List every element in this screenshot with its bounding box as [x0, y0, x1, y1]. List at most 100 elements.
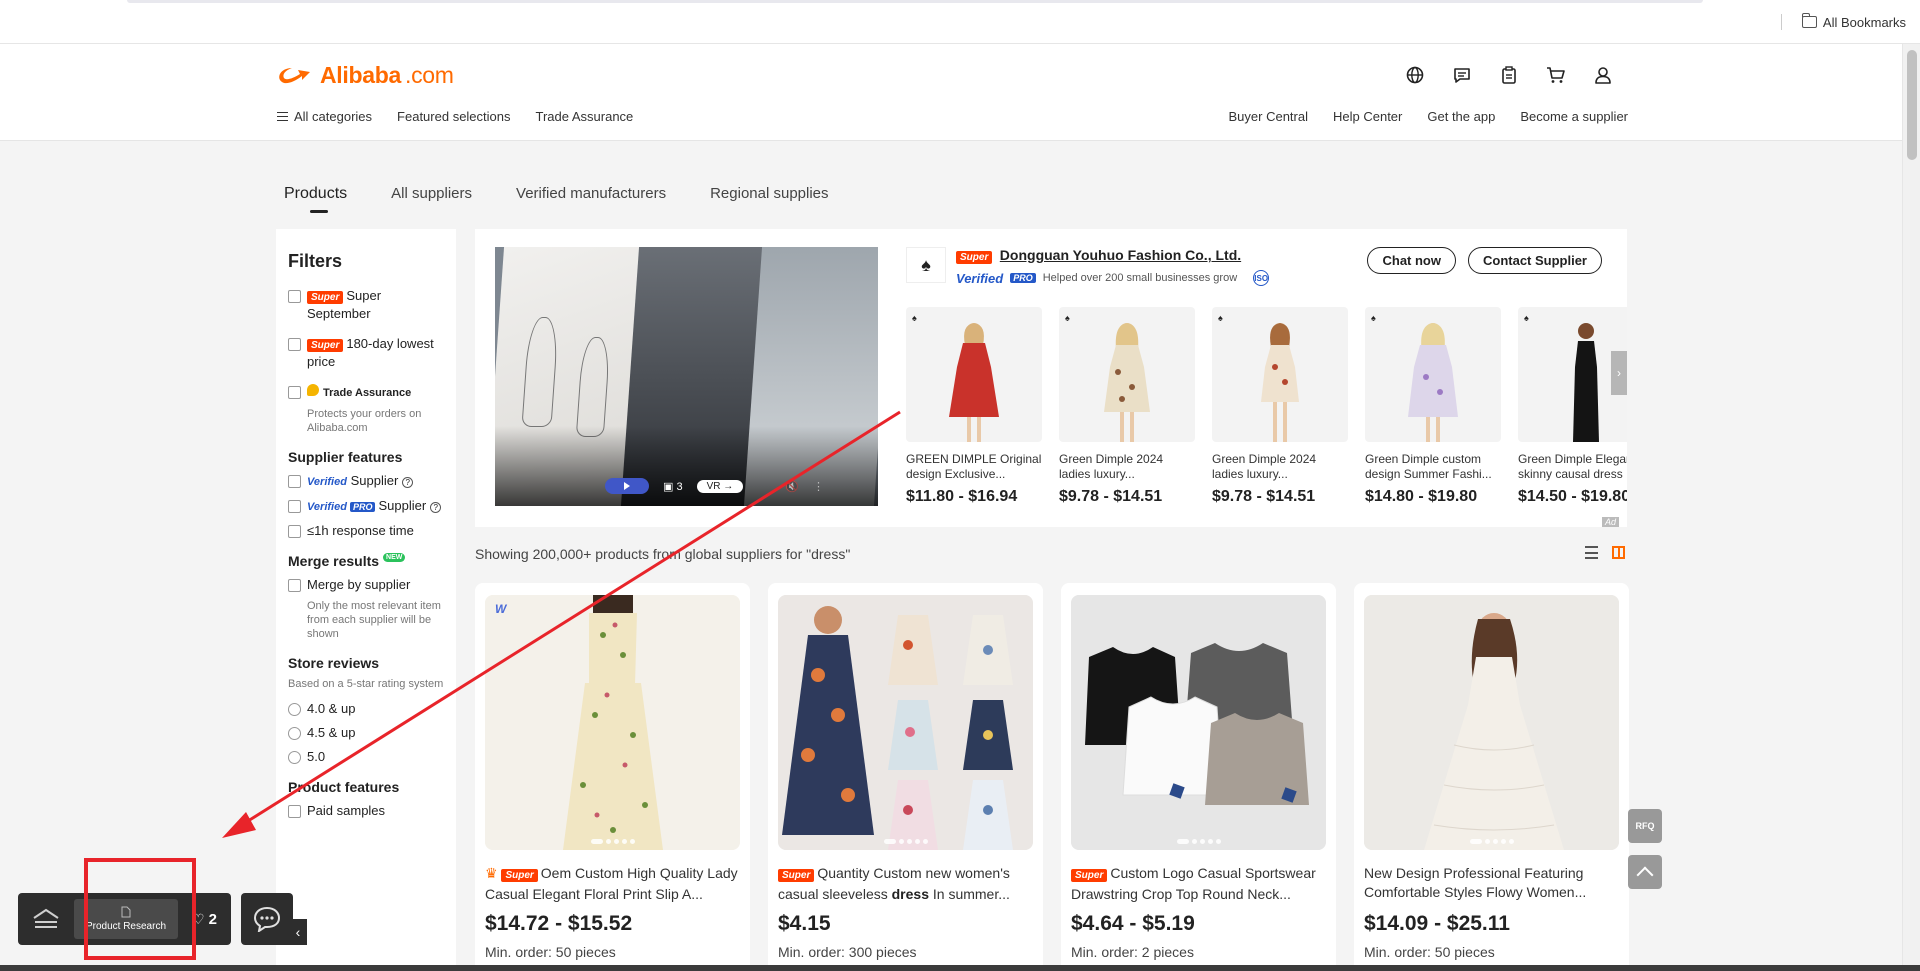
vr-button[interactable]: VR →	[696, 479, 744, 493]
collapse-arrow-icon[interactable]: ‹	[288, 919, 307, 945]
all-categories-link[interactable]: All categories	[277, 109, 372, 124]
trade-assurance-link[interactable]: Trade Assurance	[536, 109, 634, 124]
ad-product-image[interactable]: ♠	[906, 307, 1042, 442]
chat-bubble-button[interactable]: ‹	[240, 893, 307, 945]
tab-products[interactable]: Products	[284, 185, 347, 213]
ad-products-row: ♠ GREEN DIMPLE Original design Exclusive…	[906, 307, 1627, 512]
alibaba-logo[interactable]: Alibaba .com	[276, 62, 454, 89]
filter-trade-assurance[interactable]: Trade Assurance	[288, 384, 444, 401]
ad-product-price: $9.78 - $14.51	[1212, 488, 1316, 505]
filter-response-time[interactable]: ≤1h response time	[288, 523, 444, 539]
rfq-button[interactable]: RFQ	[1628, 809, 1662, 843]
help-icon[interactable]: ?	[402, 477, 414, 488]
product-card[interactable]: Super Quantity Custom new women's casual …	[768, 583, 1043, 971]
product-image[interactable]: W	[485, 595, 740, 850]
supplier-logo[interactable]: ♠	[906, 247, 946, 283]
tab-all-suppliers[interactable]: All suppliers	[391, 185, 472, 203]
product-card[interactable]: Super Custom Logo Casual Sportswear Draws…	[1061, 583, 1336, 971]
svg-text:W: W	[495, 602, 508, 616]
image-count[interactable]: ▣ 3	[663, 480, 683, 493]
filter-verified-pro-supplier[interactable]: Verified PRO Supplier?	[288, 498, 444, 515]
page-scrollbar[interactable]	[1902, 44, 1920, 971]
grid-view-icon[interactable]	[1612, 546, 1625, 559]
all-bookmarks-button[interactable]: All Bookmarks	[1780, 13, 1906, 30]
rating-option[interactable]: 4.0 & up	[288, 701, 444, 717]
radio[interactable]	[288, 703, 301, 716]
ad-product-title[interactable]: Green Dimple Elegant skinny causal dress	[1518, 452, 1627, 482]
rating-option[interactable]: 4.5 & up	[288, 725, 444, 741]
tab-verified-manufacturers[interactable]: Verified manufacturers	[516, 185, 666, 203]
contact-supplier-button[interactable]: Contact Supplier	[1467, 247, 1602, 274]
video-play-button[interactable]	[605, 478, 649, 494]
ad-product-title[interactable]: Green Dimple 2024 ladies luxury...	[1059, 452, 1195, 482]
super-badge: Super	[307, 339, 344, 352]
annotation-highlight-box	[84, 858, 196, 960]
checkbox[interactable]	[288, 525, 301, 538]
supplier-name-link[interactable]: Dongguan Youhuo Fashion Co., Ltd.	[1000, 247, 1241, 263]
message-icon[interactable]	[1451, 64, 1473, 86]
product-image[interactable]	[1071, 595, 1326, 850]
checkbox[interactable]	[288, 338, 301, 351]
rating-label: 4.5 & up	[307, 725, 356, 740]
orders-icon[interactable]	[1498, 64, 1520, 86]
help-icon[interactable]: ?	[430, 502, 442, 513]
extension-home-icon[interactable]	[26, 899, 66, 939]
ad-product-card[interactable]: ♠ Green Dimple Elegant skinny causal dre…	[1518, 307, 1627, 512]
ad-product-title[interactable]: Green Dimple 2024 ladies luxury...	[1212, 452, 1348, 482]
product-title[interactable]: Super Quantity Custom new women's casual …	[778, 864, 1033, 902]
product-title[interactable]: ♛ Super Oem Custom High Quality Lady Casu…	[485, 864, 740, 902]
globe-icon[interactable]	[1404, 64, 1426, 86]
product-card[interactable]: New Design Professional Featuring Comfor…	[1354, 583, 1629, 971]
radio[interactable]	[288, 751, 301, 764]
ad-product-title[interactable]: Green Dimple custom design Summer Fashi.…	[1365, 452, 1501, 482]
paid-samples-label: Paid samples	[307, 803, 386, 818]
filter-super-september[interactable]: Super Super September	[288, 288, 444, 322]
tab-regional-supplies[interactable]: Regional supplies	[710, 185, 828, 203]
filter-verified-supplier[interactable]: Verified Supplier?	[288, 473, 444, 490]
product-image[interactable]	[1364, 595, 1619, 850]
product-title[interactable]: Super Custom Logo Casual Sportswear Draws…	[1071, 864, 1326, 902]
more-icon[interactable]: ⋮	[813, 480, 824, 493]
checkbox[interactable]	[288, 290, 301, 303]
product-min-order: Min. order: 2 pieces	[1071, 944, 1194, 960]
become-supplier-link[interactable]: Become a supplier	[1520, 109, 1628, 124]
user-icon[interactable]	[1592, 64, 1614, 86]
ad-product-card[interactable]: ♠ GREEN DIMPLE Original design Exclusive…	[906, 307, 1042, 512]
checkbox[interactable]	[288, 475, 301, 488]
get-the-app-link[interactable]: Get the app	[1427, 109, 1495, 124]
back-to-top-button[interactable]	[1628, 855, 1662, 889]
ad-product-image[interactable]: ♠	[1059, 307, 1195, 442]
ad-product-card[interactable]: ♠ Green Dimple 2024 ladies luxury... $9.…	[1212, 307, 1348, 512]
featured-selections-link[interactable]: Featured selections	[397, 109, 510, 124]
radio[interactable]	[288, 727, 301, 740]
ad-product-image[interactable]: ♠	[1212, 307, 1348, 442]
mute-icon[interactable]: 🔇	[785, 480, 799, 493]
ad-product-card[interactable]: ♠ Green Dimple custom design Summer Fash…	[1365, 307, 1501, 512]
filters-title: Filters	[288, 251, 343, 271]
buyer-central-link[interactable]: Buyer Central	[1229, 109, 1308, 124]
help-center-link[interactable]: Help Center	[1333, 109, 1402, 124]
checkbox[interactable]	[288, 386, 301, 399]
product-card[interactable]: W ♛ Super Oem Custom High Quality Lady Ca…	[475, 583, 750, 971]
checkbox[interactable]	[288, 805, 301, 818]
ad-product-title[interactable]: GREEN DIMPLE Original design Exclusive..…	[906, 452, 1042, 482]
trade-assurance-label: Trade Assurance	[323, 387, 412, 399]
ad-product-image[interactable]: ♠	[1365, 307, 1501, 442]
filter-lowest-price[interactable]: Super 180-day lowest price	[288, 336, 444, 370]
filter-paid-samples[interactable]: Paid samples	[288, 803, 444, 819]
chat-now-button[interactable]: Chat now	[1367, 247, 1456, 274]
ad-product-card[interactable]: ♠ Green Dimple 2024 ladies luxury... $9.…	[1059, 307, 1195, 512]
rating-option[interactable]: 5.0	[288, 749, 444, 765]
ad-next-arrow[interactable]: ›	[1611, 351, 1627, 395]
checkbox[interactable]	[288, 500, 301, 513]
cart-icon[interactable]	[1545, 64, 1567, 86]
supplier-video[interactable]: ▣ 3 VR → 🔇 ⋮	[495, 247, 878, 506]
filter-merge-by-supplier[interactable]: Merge by supplier	[288, 577, 444, 593]
product-image[interactable]	[778, 595, 1033, 850]
product-title[interactable]: New Design Professional Featuring Comfor…	[1364, 864, 1619, 902]
list-view-icon[interactable]	[1585, 546, 1598, 559]
dress-image	[1408, 323, 1458, 442]
scrollbar-thumb[interactable]	[1907, 50, 1917, 160]
favorites-count: 2	[208, 910, 217, 928]
checkbox[interactable]	[288, 579, 301, 592]
